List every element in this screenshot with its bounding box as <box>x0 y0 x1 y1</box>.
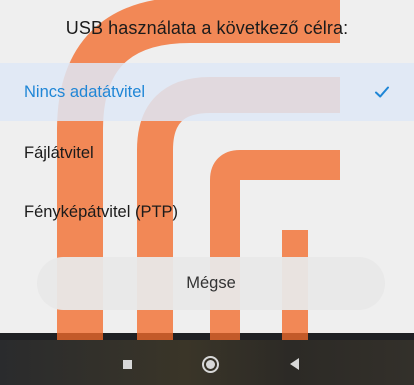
option-label: Fájlátvitel <box>24 143 94 162</box>
option-label: Fényképátvitel (PTP) <box>24 202 179 221</box>
option-photo-transfer-ptp[interactable]: Fényképátvitel (PTP) <box>0 183 414 241</box>
system-navigation-bar <box>0 340 414 385</box>
option-label: Nincs adatátvitel <box>24 82 146 101</box>
usb-mode-screen: USB használata a következő célra: Nincs … <box>0 0 414 385</box>
recents-square-icon[interactable] <box>123 360 132 369</box>
cancel-button[interactable]: Mégse <box>37 257 385 310</box>
option-file-transfer[interactable]: Fájlátvitel <box>0 124 414 182</box>
checkmark-icon <box>375 86 389 98</box>
home-circle-icon[interactable] <box>202 356 219 373</box>
dialog-title: USB használata a következő célra: <box>65 18 349 38</box>
option-no-data-transfer[interactable]: Nincs adatátvitel <box>0 63 414 121</box>
back-triangle-icon[interactable] <box>290 358 299 370</box>
usb-mode-bottom-sheet: USB használata a következő célra: Nincs … <box>0 0 414 380</box>
